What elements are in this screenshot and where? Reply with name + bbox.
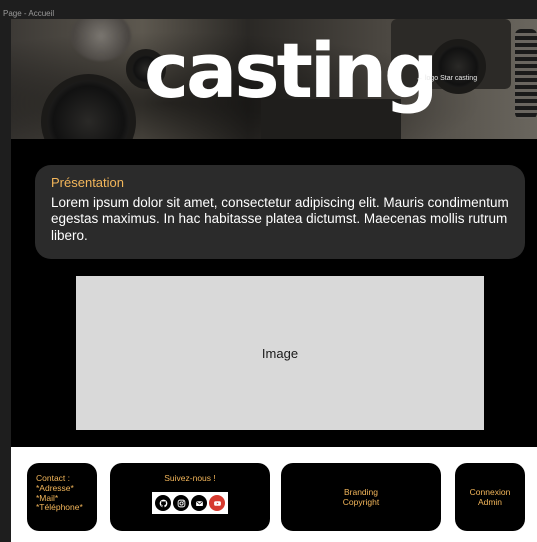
github-icon[interactable] xyxy=(155,495,171,511)
coiled-cable-shape xyxy=(515,29,537,119)
presentation-text: Lorem ipsum dolor sit amet, consectetur … xyxy=(51,195,509,243)
social-icons xyxy=(152,492,228,514)
frame-label[interactable]: Page - Accueil xyxy=(3,9,54,18)
copyright-label: Copyright xyxy=(342,497,380,507)
branding-label: Branding xyxy=(343,486,378,497)
admin-login-button[interactable]: Connexion Admin xyxy=(455,463,525,531)
presentation-card: Présentation Lorem ipsum dolor sit amet,… xyxy=(35,165,525,259)
image-placeholder-label: Image xyxy=(261,345,299,361)
presentation-title: Présentation xyxy=(51,175,124,190)
footer: Contact : *Adresse* *Mail* *Téléphone* S… xyxy=(11,447,537,542)
admin-login-label-line2: Admin xyxy=(477,497,503,507)
instagram-icon[interactable] xyxy=(173,495,189,511)
image-placeholder: Image xyxy=(76,276,484,430)
design-canvas: Page - Accueil casting ← logo Star casti… xyxy=(0,0,537,542)
branding-box: Branding Copyright xyxy=(281,463,441,531)
contact-box: Contact : *Adresse* *Mail* *Téléphone* xyxy=(27,463,97,531)
site-logo[interactable]: casting xyxy=(144,33,438,109)
admin-login-label-line1: Connexion xyxy=(469,486,511,497)
contact-phone[interactable]: *Téléphone* xyxy=(36,503,97,513)
logo-annotation: ← logo Star casting xyxy=(416,75,478,82)
social-box: Suivez-nous ! xyxy=(110,463,270,531)
page-frame: casting ← logo Star casting Présentation… xyxy=(11,19,537,542)
mail-icon[interactable] xyxy=(191,495,207,511)
hero-banner: casting ← logo Star casting xyxy=(11,19,537,139)
camera-lens-right xyxy=(431,39,486,94)
social-title: Suivez-nous ! xyxy=(164,473,216,483)
youtube-icon[interactable] xyxy=(209,495,225,511)
